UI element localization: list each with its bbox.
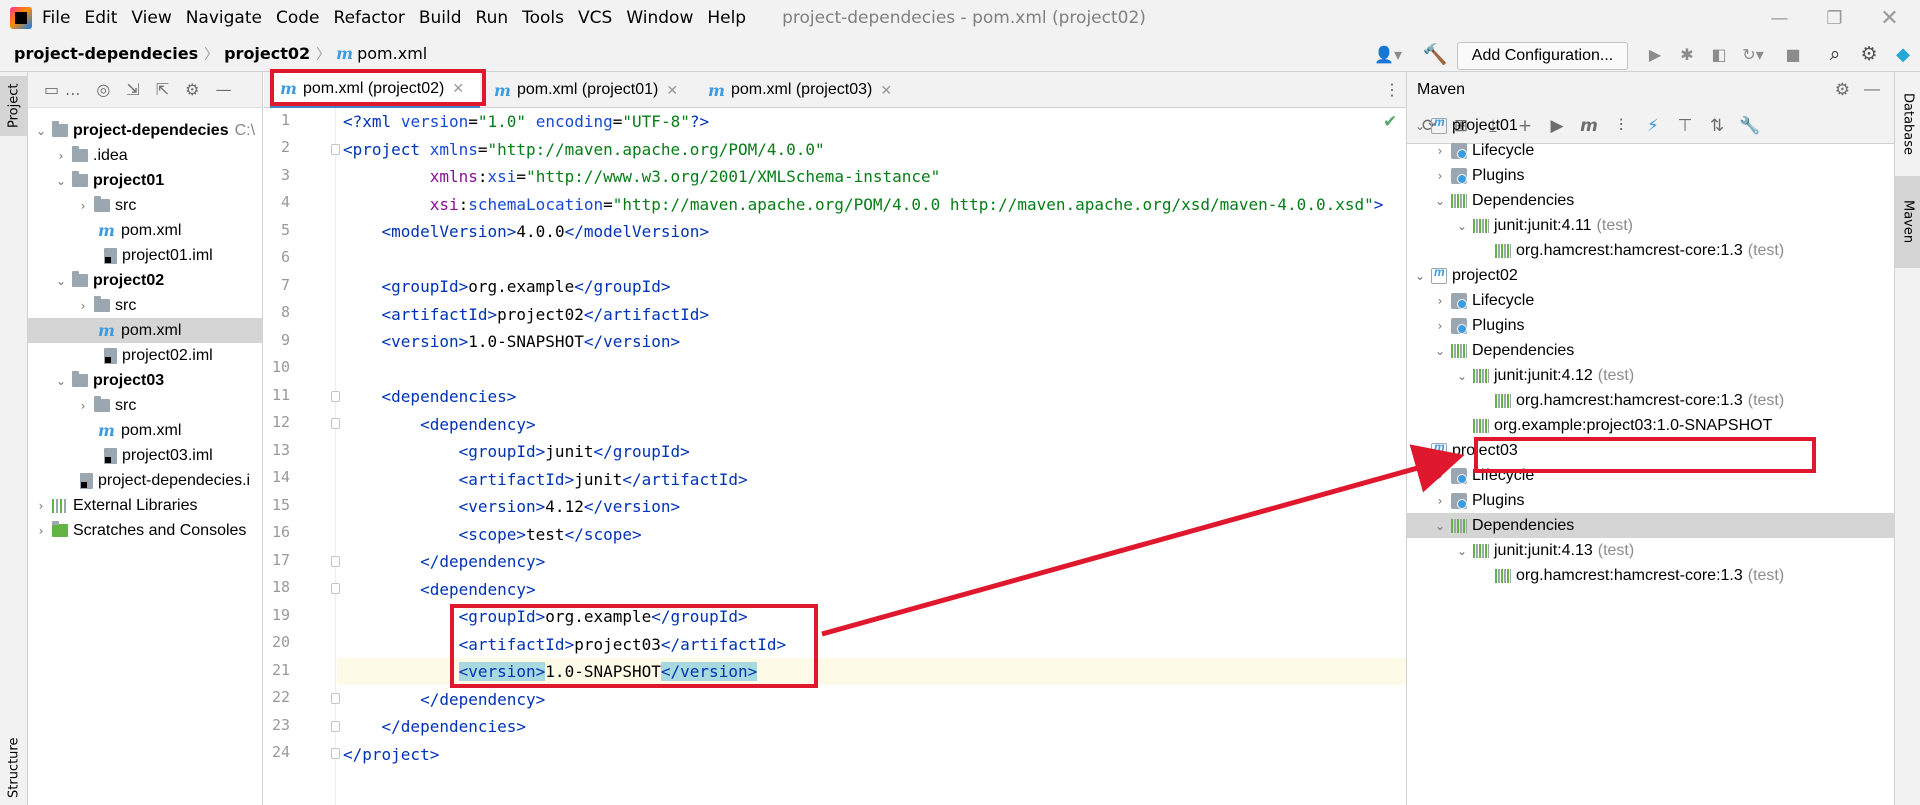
annotation-arrow — [821, 444, 1465, 637]
